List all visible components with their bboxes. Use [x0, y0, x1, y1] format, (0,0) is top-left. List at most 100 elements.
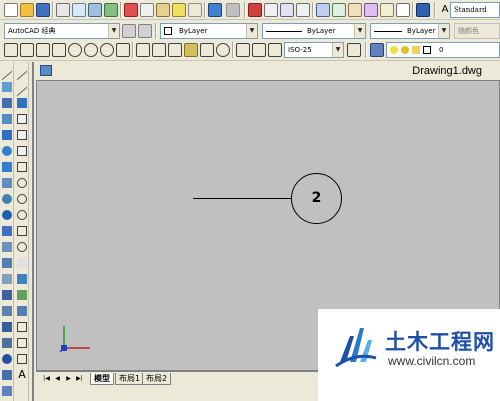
next-tab-icon[interactable]: ▶	[64, 374, 73, 384]
redo-icon[interactable]	[226, 3, 240, 17]
center-mark-icon[interactable]	[216, 43, 230, 57]
help-icon[interactable]	[416, 3, 430, 17]
workspace-select[interactable]: AutoCAD 经典 ▼	[4, 23, 120, 39]
pan-icon[interactable]	[248, 3, 262, 17]
draw-more-icon[interactable]	[2, 386, 12, 396]
tool-palettes-icon[interactable]	[348, 3, 362, 17]
copy-object-icon[interactable]	[17, 77, 27, 97]
explode-icon[interactable]	[17, 306, 27, 316]
multiline-text-icon[interactable]	[2, 354, 12, 364]
continue-dimension-icon[interactable]	[168, 43, 182, 57]
markup-icon[interactable]	[380, 3, 394, 17]
linetype-select[interactable]: ByLayer ▼	[262, 23, 366, 39]
region-modify-icon[interactable]	[17, 338, 27, 348]
spline-icon[interactable]	[2, 194, 12, 204]
color-select[interactable]: ByLayer ▼	[160, 23, 258, 39]
prev-tab-icon[interactable]: ◀	[53, 374, 62, 384]
text-tool-icon[interactable]: A	[17, 369, 27, 380]
modify-more-icon[interactable]	[17, 322, 27, 332]
properties-icon[interactable]	[316, 3, 330, 17]
baseline-dimension-icon[interactable]	[152, 43, 166, 57]
fillet-icon[interactable]	[17, 290, 27, 300]
save-workspace-icon[interactable]	[138, 24, 152, 38]
last-tab-icon[interactable]: ▶|	[75, 374, 84, 384]
line-tool-icon[interactable]	[2, 61, 12, 81]
quick-dimension-icon[interactable]	[136, 43, 150, 57]
dimension-style-icon[interactable]	[347, 43, 361, 57]
block-editor-icon[interactable]	[188, 3, 202, 17]
publish-icon[interactable]	[88, 3, 102, 17]
layer-select[interactable]: 0	[386, 42, 500, 58]
text-style-select[interactable]: Standard	[450, 2, 500, 18]
break-icon[interactable]	[17, 242, 27, 252]
polygon-icon[interactable]	[2, 114, 12, 124]
new-file-icon[interactable]	[4, 3, 18, 17]
trim-icon[interactable]	[17, 210, 27, 220]
jogged-dimension-icon[interactable]	[84, 43, 98, 57]
3d-dwf-icon[interactable]	[104, 3, 118, 17]
stretch-icon[interactable]	[17, 194, 27, 204]
hatch-icon[interactable]	[2, 290, 12, 300]
make-block-icon[interactable]	[2, 258, 12, 268]
construction-line-icon[interactable]	[2, 82, 12, 92]
ellipse-icon[interactable]	[2, 210, 12, 220]
tab-layout1[interactable]: 布局1	[115, 373, 145, 385]
linear-dimension-icon[interactable]	[4, 43, 18, 57]
array-icon[interactable]	[17, 130, 27, 140]
insert-block-icon[interactable]	[2, 242, 12, 252]
boundary-icon[interactable]	[17, 354, 27, 364]
point-icon[interactable]	[2, 274, 12, 284]
zoom-previous-icon[interactable]	[296, 3, 310, 17]
tolerance-icon[interactable]	[200, 43, 214, 57]
chamfer-icon[interactable]	[17, 274, 27, 284]
join-icon[interactable]	[17, 258, 27, 268]
dimension-edit-icon[interactable]	[236, 43, 250, 57]
offset-icon[interactable]	[17, 114, 27, 124]
first-tab-icon[interactable]: |◀	[42, 374, 51, 384]
aligned-dimension-icon[interactable]	[20, 43, 34, 57]
layer-manager-icon[interactable]	[370, 43, 384, 57]
print-icon[interactable]	[56, 3, 70, 17]
table-icon[interactable]	[2, 338, 12, 348]
rotate-icon[interactable]	[17, 162, 27, 172]
workspace-settings-icon[interactable]	[122, 24, 136, 38]
calculator-icon[interactable]	[396, 3, 410, 17]
plot-style-select[interactable]: 随颜色	[454, 23, 500, 39]
polyline-icon[interactable]	[2, 98, 12, 108]
radius-dimension-icon[interactable]	[68, 43, 82, 57]
rectangle-icon[interactable]	[2, 130, 12, 140]
scale-icon[interactable]	[17, 178, 27, 188]
match-properties-icon[interactable]	[172, 3, 186, 17]
design-center-icon[interactable]	[332, 3, 346, 17]
ordinate-dimension-icon[interactable]	[52, 43, 66, 57]
dimension-text-edit-icon[interactable]	[252, 43, 266, 57]
region-icon[interactable]	[2, 322, 12, 332]
revcloud-icon[interactable]	[2, 178, 12, 188]
diameter-dimension-icon[interactable]	[100, 43, 114, 57]
angular-dimension-icon[interactable]	[116, 43, 130, 57]
save-icon[interactable]	[36, 3, 50, 17]
leader-line[interactable]	[193, 198, 291, 199]
gradient-icon[interactable]	[2, 306, 12, 316]
undo-icon[interactable]	[208, 3, 222, 17]
add-selected-icon[interactable]	[2, 370, 12, 380]
plot-preview-icon[interactable]	[72, 3, 86, 17]
paste-icon[interactable]	[156, 3, 170, 17]
copy-icon[interactable]	[140, 3, 154, 17]
circle-icon[interactable]	[2, 162, 12, 172]
mirror-icon[interactable]	[17, 98, 27, 108]
sheet-set-icon[interactable]	[364, 3, 378, 17]
ellipse-arc-icon[interactable]	[2, 226, 12, 236]
lineweight-select[interactable]: ByLayer ▼	[370, 23, 450, 39]
tab-layout2[interactable]: 布局2	[142, 373, 172, 385]
dimension-style-select[interactable]: ISO-25 ▼	[284, 42, 344, 58]
arc-icon[interactable]	[2, 146, 12, 156]
open-folder-icon[interactable]	[20, 3, 34, 17]
cut-icon[interactable]	[124, 3, 138, 17]
tab-model[interactable]: 模型	[90, 373, 114, 385]
arc-length-icon[interactable]	[36, 43, 50, 57]
extend-icon[interactable]	[17, 226, 27, 236]
zoom-realtime-icon[interactable]	[264, 3, 278, 17]
quick-leader-icon[interactable]	[184, 43, 198, 57]
dimension-update-icon[interactable]	[268, 43, 282, 57]
